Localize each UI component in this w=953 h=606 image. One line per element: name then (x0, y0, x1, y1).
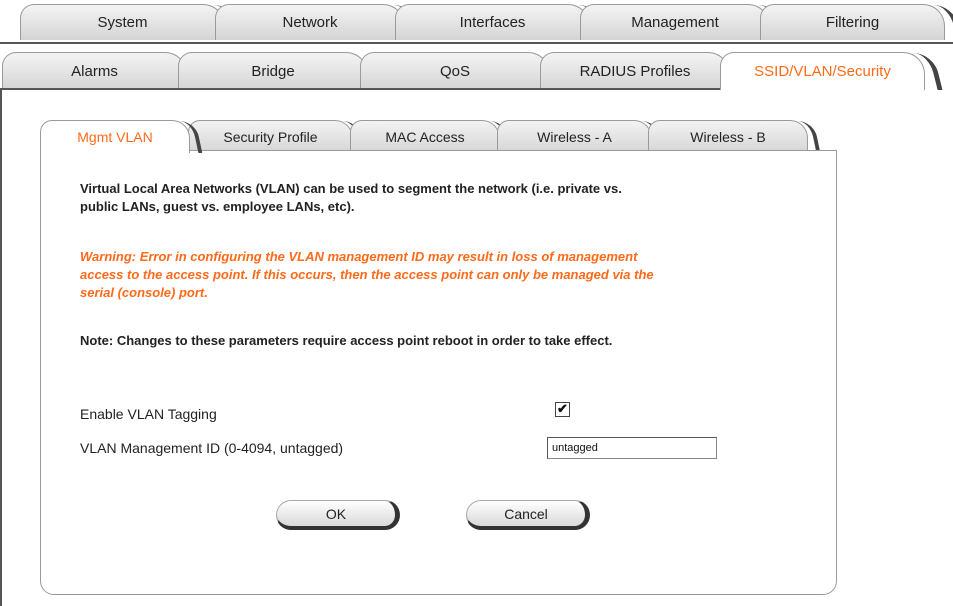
subtab-mgmt-vlan[interactable]: Mgmt VLAN (40, 120, 203, 153)
tab-label: Bridge (251, 63, 295, 80)
tab-label: Security Profile (223, 128, 318, 145)
tab-label: Wireless - A (537, 128, 612, 145)
sub-tab-bar: Mgmt VLAN Security Profile MAC Access Wi… (40, 120, 840, 153)
tab-qos[interactable]: QoS (360, 52, 550, 90)
tab-radius-profiles[interactable]: RADIUS Profiles (540, 52, 730, 90)
tab-label: Filtering (825, 14, 880, 31)
warning-line: serial (console) port. (80, 285, 208, 300)
content-panel (40, 150, 837, 595)
intro-line: Virtual Local Area Networks (VLAN) can b… (80, 181, 622, 196)
ok-button[interactable]: OK (276, 500, 400, 530)
vlan-management-id-label: VLAN Management ID (0-4094, untagged) (80, 440, 344, 456)
row-divider (0, 88, 720, 90)
tab-label: Interfaces (459, 14, 526, 31)
tab-bridge[interactable]: Bridge (178, 52, 368, 90)
left-border (0, 0, 2, 606)
intro-line: public LANs, guest vs. employee LANs, et… (80, 199, 355, 214)
tab-label: Network (282, 14, 338, 31)
enable-vlan-tagging-checkbox[interactable]: ✔ (555, 402, 570, 417)
tab-filtering[interactable]: Filtering (760, 4, 953, 40)
tab-label: System (97, 14, 148, 31)
tab-label: MAC Access (385, 128, 465, 145)
tab-ssid-vlan-security[interactable]: SSID/VLAN/Security (720, 52, 943, 90)
tab-label: SSID/VLAN/Security (754, 63, 891, 80)
tab-label: Mgmt VLAN (77, 129, 153, 145)
tab-network[interactable]: Network (215, 4, 423, 40)
warning-text: Warning: Error in configuring the VLAN m… (80, 248, 800, 302)
second-tab-bar: Alarms Bridge QoS RADIUS Profiles SSID/V… (0, 44, 953, 90)
cancel-button[interactable]: Cancel (466, 500, 590, 530)
tab-label: QoS (439, 63, 470, 80)
tab-system[interactable]: System (20, 4, 243, 40)
intro-text: Virtual Local Area Networks (VLAN) can b… (80, 180, 800, 216)
tab-label: Alarms (71, 63, 118, 80)
tab-alarms[interactable]: Alarms (2, 52, 187, 90)
warning-line: Warning: Error in configuring the VLAN m… (80, 249, 638, 264)
tab-label: Wireless - B (690, 128, 766, 145)
enable-vlan-tagging-label: Enable VLAN Tagging (80, 406, 217, 422)
subtab-security-profile[interactable]: Security Profile (188, 120, 366, 152)
warning-line: access to the access point. If this occu… (80, 267, 654, 282)
tab-interfaces[interactable]: Interfaces (395, 4, 608, 40)
vlan-management-id-input[interactable] (547, 437, 717, 459)
subtab-mac-access[interactable]: MAC Access (350, 120, 513, 152)
tab-label: RADIUS Profiles (579, 63, 691, 80)
tab-label: Management (631, 14, 719, 31)
subtab-wireless-b[interactable]: Wireless - B (648, 120, 821, 152)
subtab-wireless-a[interactable]: Wireless - A (497, 120, 665, 152)
tab-management[interactable]: Management (580, 4, 788, 40)
note-text: Note: Changes to these parameters requir… (80, 333, 613, 348)
top-tab-bar: System Network Interfaces Management Fil… (0, 0, 953, 42)
